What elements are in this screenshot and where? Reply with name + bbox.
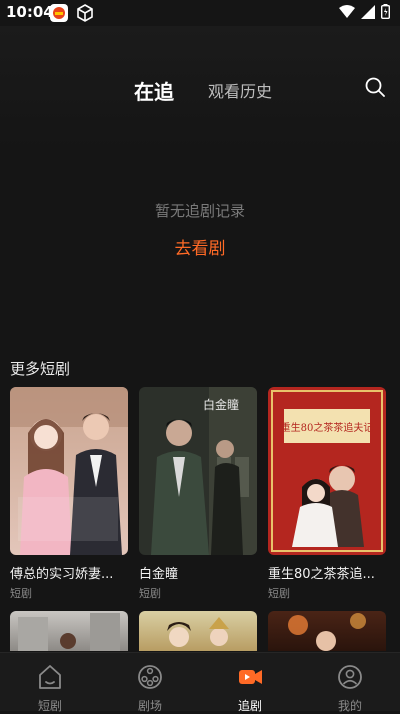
drama-title[interactable]: 傅总的实习娇妻... xyxy=(10,563,128,582)
drama-tag: 短剧 xyxy=(139,587,161,600)
drama-poster-text: 白金瞳 xyxy=(203,397,239,412)
home-icon xyxy=(39,665,61,689)
signal-icon xyxy=(361,4,375,19)
nav-item-profile[interactable]: 我的 xyxy=(300,653,400,713)
bottom-navigation: 短剧 剧场 追剧 我的 xyxy=(0,652,400,713)
wifi-icon xyxy=(339,4,355,18)
drama-poster[interactable] xyxy=(268,611,386,651)
nav-label: 我的 xyxy=(337,699,362,713)
drama-card[interactable]: 傅总的实习娇妻... 短剧 xyxy=(10,387,128,601)
search-icon[interactable] xyxy=(364,76,386,98)
drama-poster[interactable] xyxy=(10,611,128,651)
empty-state-message: 暂无追剧记录 xyxy=(154,202,245,220)
nav-item-short-drama[interactable]: 短剧 xyxy=(0,653,100,713)
drama-poster[interactable] xyxy=(139,611,257,651)
tab-following[interactable]: 在追 xyxy=(134,76,174,105)
drama-title[interactable]: 白金瞳 xyxy=(139,563,257,582)
status-bar: 10:04 xyxy=(0,0,400,26)
drama-card[interactable]: 重生80之茶茶追夫记 重生80之茶茶追... 短剧 xyxy=(268,387,386,601)
nav-item-theater[interactable]: 剧场 xyxy=(100,653,200,713)
nav-item-following[interactable]: 追剧 xyxy=(200,653,300,713)
battery-icon xyxy=(381,4,390,19)
page-header: 在追 观看历史 xyxy=(0,26,400,150)
status-time: 10:04 xyxy=(6,3,54,21)
section-title-more-dramas: 更多短剧 xyxy=(10,360,71,378)
drama-tag: 短剧 xyxy=(10,587,32,600)
drama-poster[interactable]: 白金瞳 xyxy=(139,387,257,555)
nav-label: 追剧 xyxy=(237,699,262,713)
nav-label: 剧场 xyxy=(137,699,162,713)
video-camera-icon xyxy=(239,670,262,684)
drama-title[interactable]: 重生80之茶茶追... xyxy=(268,563,386,582)
tab-watch-history[interactable]: 观看历史 xyxy=(208,78,272,102)
drama-tag: 短剧 xyxy=(268,587,290,600)
app-notification-icon xyxy=(50,4,68,22)
cube-icon xyxy=(77,4,93,22)
drama-card[interactable]: 白金瞳 白金瞳 短剧 xyxy=(139,387,257,601)
profile-icon xyxy=(338,665,362,689)
go-watch-button[interactable]: 去看剧 xyxy=(0,234,400,259)
drama-poster[interactable] xyxy=(10,387,128,555)
nav-label: 短剧 xyxy=(37,699,62,713)
film-reel-icon xyxy=(138,665,162,689)
drama-poster-text: 重生80之茶茶追夫记 xyxy=(281,421,374,434)
drama-poster[interactable]: 重生80之茶茶追夫记 xyxy=(268,387,386,555)
